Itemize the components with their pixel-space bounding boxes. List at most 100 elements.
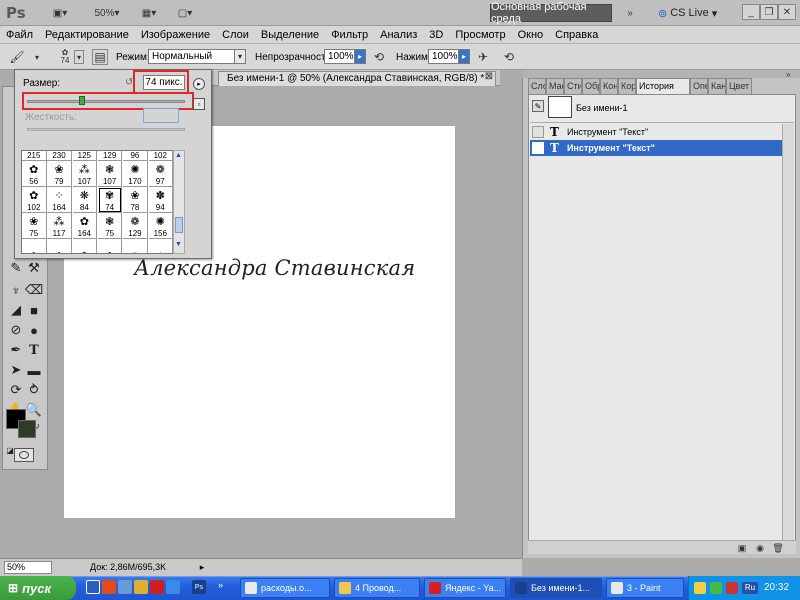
restore-button[interactable]: ❐: [760, 4, 778, 20]
history-source-checkbox[interactable]: [532, 142, 544, 154]
brush-preset-cell[interactable]: ✿: [22, 239, 47, 253]
menu-layers[interactable]: Слои: [216, 29, 255, 41]
3d-orbit-tool-icon[interactable]: ⥁: [25, 381, 43, 399]
quicklaunch-app-icon[interactable]: [102, 580, 116, 594]
task-button-yandex[interactable]: Яндекс - Ya...: [424, 578, 506, 598]
quicklaunch-ie-icon[interactable]: [166, 580, 180, 594]
3d-rotate-tool-icon[interactable]: ⟳: [7, 381, 25, 399]
start-button[interactable]: ⊞ пуск: [0, 576, 76, 600]
menu-edit[interactable]: Редактирование: [39, 29, 135, 41]
tray-app-icon[interactable]: [710, 582, 722, 594]
minimize-button[interactable]: _: [742, 4, 760, 20]
picker-menu-icon[interactable]: ▸: [193, 78, 205, 90]
brush-preset-cell[interactable]: ✿ 56: [22, 161, 47, 187]
panel-tab-1[interactable]: Мас: [546, 78, 564, 94]
brush-tool-icon[interactable]: 🖌: [8, 48, 26, 66]
airbrush-icon[interactable]: ✈: [474, 48, 492, 66]
brush-preset-cell[interactable]: 230: [47, 151, 72, 161]
brush-preset-cell[interactable]: ⁂ 117: [47, 213, 72, 239]
opacity-pressure-icon[interactable]: ⟲: [370, 48, 388, 66]
rectangle-tool-icon[interactable]: ▬: [25, 361, 43, 379]
history-state-2[interactable]: T Инструмент "Текст": [530, 140, 782, 156]
brush-picker-arrow-icon[interactable]: ▾: [74, 50, 84, 64]
history-scrollbar[interactable]: [782, 124, 794, 552]
quicklaunch-photoshop-icon[interactable]: Ps: [192, 580, 206, 594]
pressure-slider-arrow-icon[interactable]: ▸: [458, 49, 470, 64]
panel-tab-2[interactable]: Сти: [564, 78, 582, 94]
hardness-slider-track[interactable]: [27, 128, 185, 131]
quicklaunch-more-icon[interactable]: »: [218, 580, 232, 594]
tablet-pressure-icon[interactable]: ⟲: [500, 48, 518, 66]
screen-mode-icon[interactable]: ▢▾: [172, 5, 198, 21]
sponge-tool-icon[interactable]: ●: [25, 321, 43, 339]
brush-preset-picker[interactable]: ✿ 74: [56, 48, 74, 66]
menu-window[interactable]: Окно: [512, 29, 550, 41]
brush-preset-cell[interactable]: ✹: [123, 239, 148, 253]
tool-preset-arrow-icon[interactable]: ▾: [28, 48, 46, 66]
brush-tool-icon[interactable]: ✎: [7, 259, 25, 277]
pen-tool-icon[interactable]: ✒: [7, 341, 25, 359]
menu-file[interactable]: Файл: [0, 29, 39, 41]
brush-preset-cell[interactable]: ✿ 102: [22, 187, 47, 213]
brush-preset-cell[interactable]: 215: [22, 151, 47, 161]
new-document-from-state-icon[interactable]: ▣: [736, 542, 748, 554]
brush-preset-cell[interactable]: ✱: [97, 239, 123, 253]
size-slider-track[interactable]: [27, 100, 185, 103]
quicklaunch-firefox-icon[interactable]: [134, 580, 148, 594]
task-button-explorer[interactable]: 4 Провод...: [334, 578, 420, 598]
type-tool-icon[interactable]: T: [25, 341, 43, 359]
hardness-input[interactable]: [143, 108, 179, 123]
scroll-down-icon[interactable]: ▼: [175, 241, 182, 248]
brush-preset-cell[interactable]: ✽ 94: [148, 187, 173, 213]
brush-preset-cell[interactable]: ✿ 164: [72, 213, 98, 239]
scroll-thumb[interactable]: [175, 217, 183, 233]
language-indicator[interactable]: Ru: [742, 582, 758, 594]
quick-mask-icon[interactable]: [14, 448, 34, 462]
panel-tab-6[interactable]: История: [636, 78, 690, 94]
task-button-expenses[interactable]: расходы.о...: [240, 578, 330, 598]
brush-preset-cell[interactable]: 129: [97, 151, 123, 161]
cs-live-button[interactable]: ⊚ CS Live ▾: [658, 5, 717, 21]
panel-tab-5[interactable]: Кор: [618, 78, 636, 94]
brush-panel-toggle-icon[interactable]: ▤: [92, 49, 108, 65]
mode-dropdown-arrow-icon[interactable]: ▾: [234, 49, 246, 64]
close-window-button[interactable]: ✕: [778, 4, 796, 20]
opacity-slider-arrow-icon[interactable]: ▸: [354, 49, 366, 64]
dodge-tool-icon[interactable]: ⊘: [7, 321, 25, 339]
brush-preset-cell-selected[interactable]: ✾ 74: [97, 187, 123, 213]
brush-preset-cell[interactable]: 102: [148, 151, 173, 161]
menu-analysis[interactable]: Анализ: [374, 29, 423, 41]
opacity-input[interactable]: 100%: [324, 49, 356, 64]
menu-filter[interactable]: Фильтр: [325, 29, 374, 41]
panel-tab-4[interactable]: Кон: [600, 78, 618, 94]
brush-preset-cell[interactable]: 96: [123, 151, 148, 161]
snapshot-thumbnail[interactable]: [548, 96, 572, 118]
brush-preset-cell[interactable]: ⁘ 164: [47, 187, 72, 213]
brush-preset-cell[interactable]: ❃ 107: [97, 161, 123, 187]
panel-tab-3[interactable]: Обр: [582, 78, 600, 94]
brush-preset-cell[interactable]: ✺ 156: [148, 213, 173, 239]
eraser-tool-icon[interactable]: ⌫: [25, 281, 43, 299]
brush-preset-cell[interactable]: ❃ 75: [97, 213, 123, 239]
brush-preset-cell[interactable]: ❋ 84: [72, 187, 98, 213]
path-selection-tool-icon[interactable]: ➤: [7, 361, 25, 379]
tray-app-icon[interactable]: [726, 582, 738, 594]
brush-preset-cell[interactable]: ⁂ 107: [72, 161, 98, 187]
brush-preset-cell[interactable]: ✤: [72, 239, 98, 253]
quicklaunch-yandex-icon[interactable]: [150, 580, 164, 594]
mode-select[interactable]: Нормальный: [148, 49, 236, 64]
new-preset-icon[interactable]: ▫: [193, 98, 205, 110]
menu-select[interactable]: Выделение: [255, 29, 325, 41]
pressure-input[interactable]: 100%: [428, 49, 460, 64]
document-tab[interactable]: Без имени-1 @ 50% (Александра Ставинская…: [218, 71, 496, 86]
brush-preset-cell[interactable]: ✺ 170: [123, 161, 148, 187]
brush-preset-cell[interactable]: ❀: [47, 239, 72, 253]
clone-stamp-tool-icon[interactable]: ⚒: [25, 259, 43, 277]
brush-preset-cell[interactable]: ❁ 97: [148, 161, 173, 187]
panel-tab-0[interactable]: Сло: [528, 78, 546, 94]
task-button-photoshop[interactable]: Без имени-1...: [510, 578, 602, 598]
brush-preset-cell[interactable]: ❀ 79: [47, 161, 72, 187]
status-menu-arrow-icon[interactable]: ▸: [196, 561, 208, 573]
launch-bridge-icon[interactable]: ▣▾: [46, 5, 74, 21]
menu-view[interactable]: Просмотр: [449, 29, 511, 41]
